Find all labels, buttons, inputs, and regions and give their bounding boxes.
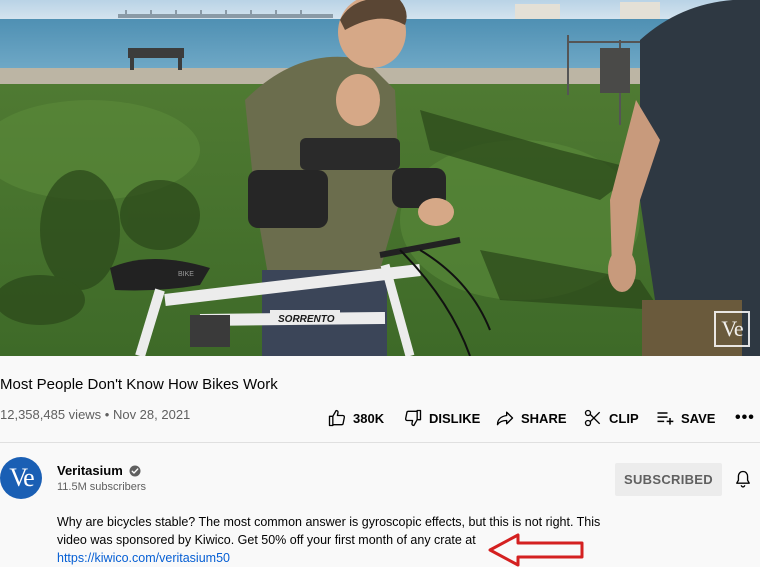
more-actions-button[interactable]: ••• [735,409,755,427]
channel-avatar[interactable]: Ve [0,457,42,499]
share-label: SHARE [521,410,567,426]
video-frame-scene: SORRENTO BIKE [0,0,760,356]
subscribed-button[interactable]: SUBSCRIBED [615,463,722,496]
share-icon [496,411,514,426]
playlist-add-icon [657,412,674,425]
channel-watermark[interactable]: Ve [714,311,750,347]
thumbs-up-icon [328,409,346,427]
dislike-button[interactable]: DISLIKE [403,408,480,428]
scissors-icon [584,409,601,427]
thumbs-down-icon [404,409,422,427]
like-button[interactable]: 380K [327,408,384,428]
dislike-label: DISLIKE [429,410,481,426]
share-button[interactable]: SHARE [495,408,567,428]
view-count-and-date: 12,358,485 views • Nov 28, 2021 [0,407,191,422]
channel-name[interactable]: Veritasium [57,463,123,478]
save-button[interactable]: SAVE [655,408,715,428]
video-title: Most People Don't Know How Bikes Work [0,376,278,393]
subscriber-count: 11.5M subscribers [57,481,147,493]
like-count: 380K [353,410,385,426]
seat-label: BIKE [178,271,194,278]
bell-icon[interactable] [733,469,753,489]
bike-brand-label: SORRENTO [278,314,335,325]
annotation-arrow-icon [488,533,584,567]
save-label: SAVE [681,410,716,426]
description-line-1: Why are bicycles stable? The most common… [57,515,601,529]
video-player[interactable]: SORRENTO BIKE Ve [0,0,760,356]
clip-button[interactable]: CLIP [583,408,639,428]
verified-check-icon [129,465,141,476]
divider [0,442,760,443]
channel-name-row[interactable]: Veritasium [57,463,141,478]
clip-label: CLIP [609,410,639,426]
